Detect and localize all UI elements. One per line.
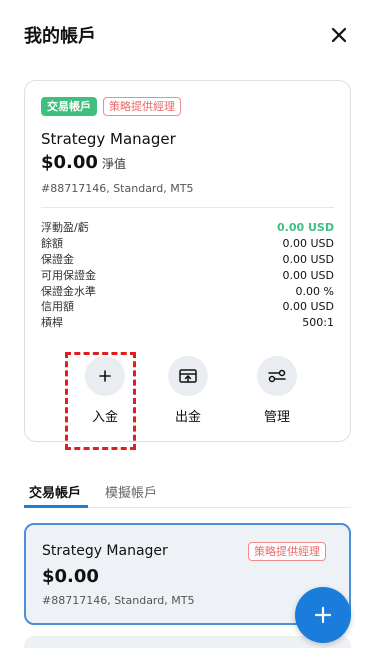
stat-value: 0.00 USD	[282, 252, 335, 266]
stat-value: 0.00 USD	[282, 300, 335, 314]
account-list-badge: 策略提供經理	[248, 542, 326, 561]
stat-value: 0.00 USD	[277, 221, 334, 234]
balance-unit: 淨值	[101, 157, 126, 171]
stats-list: 浮動盈/虧 0.00 USD 餘額 0.00 USD 保證金 0.00 USD …	[41, 220, 334, 331]
deposit-label: 入金	[91, 410, 118, 425]
close-button[interactable]	[326, 22, 352, 48]
manage-button[interactable]: 管理	[247, 356, 307, 425]
stat-row-margin: 保證金 0.00 USD	[41, 252, 334, 268]
stat-row-free-margin: 可用保證金 0.00 USD	[41, 268, 334, 284]
manage-circle	[257, 356, 297, 396]
header: 我的帳戶	[0, 0, 375, 70]
stat-row-credit: 信用額 0.00 USD	[41, 299, 334, 315]
stat-label: 槓桿	[41, 316, 63, 330]
account-list-balance: $0.00	[42, 566, 99, 587]
stat-row-balance: 餘額 0.00 USD	[41, 236, 334, 252]
account-list-meta: #88717146, Standard, MT5	[42, 594, 195, 607]
stat-label: 保證金	[41, 252, 74, 266]
account-list-name: Strategy Manager	[42, 543, 168, 559]
action-row: 入金 出金 管理	[25, 352, 352, 450]
settings-sliders-icon	[268, 369, 286, 383]
account-type-badge: 交易帳戶	[41, 97, 97, 116]
stat-label: 浮動盈/虧	[41, 221, 89, 234]
add-account-button[interactable]	[295, 587, 351, 643]
stat-label: 餘額	[41, 236, 63, 250]
tab-live-accounts[interactable]: 交易帳戶	[29, 482, 81, 501]
account-meta: #88717146, Standard, MT5	[41, 182, 194, 195]
stat-label: 可用保證金	[41, 268, 96, 282]
page-title: 我的帳戶	[24, 26, 96, 47]
role-badge: 策略提供經理	[103, 97, 181, 116]
deposit-button[interactable]: 入金	[75, 356, 135, 425]
deposit-circle	[85, 356, 125, 396]
stat-value: 0.00 %	[295, 284, 334, 298]
stat-label: 信用額	[41, 300, 74, 314]
withdraw-button[interactable]: 出金	[158, 356, 218, 425]
balance-amount: $0.00	[41, 152, 98, 173]
withdraw-icon	[179, 369, 197, 383]
account-name: Strategy Manager	[41, 130, 176, 148]
account-tabs: 交易帳戶 模擬帳戶	[24, 474, 351, 508]
plus-icon	[99, 370, 111, 382]
stat-value: 500:1	[302, 316, 334, 330]
stat-value: 0.00 USD	[282, 268, 335, 282]
manage-label: 管理	[263, 410, 290, 425]
plus-icon	[314, 606, 332, 624]
stat-row-pnl: 浮動盈/虧 0.00 USD	[41, 220, 334, 236]
withdraw-label: 出金	[174, 410, 201, 425]
withdraw-circle	[168, 356, 208, 396]
close-icon	[331, 27, 347, 43]
account-balance: $0.00 淨值	[41, 152, 126, 173]
tab-demo-accounts[interactable]: 模擬帳戶	[105, 482, 157, 501]
stat-value: 0.00 USD	[282, 236, 335, 250]
stat-label: 保證金水準	[41, 284, 96, 298]
active-tab-indicator	[24, 505, 88, 508]
stat-row-leverage: 槓桿 500:1	[41, 315, 334, 331]
account-summary-card: 交易帳戶 策略提供經理 Strategy Manager $0.00 淨值 #8…	[24, 80, 352, 450]
divider	[41, 207, 334, 208]
stat-row-margin-level: 保證金水準 0.00 %	[41, 284, 334, 300]
badge-group: 交易帳戶 策略提供經理	[41, 97, 181, 116]
account-list-item-partial[interactable]	[24, 636, 351, 648]
